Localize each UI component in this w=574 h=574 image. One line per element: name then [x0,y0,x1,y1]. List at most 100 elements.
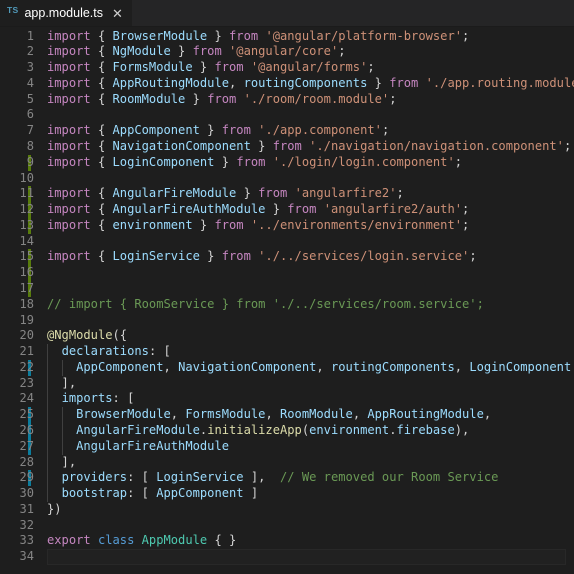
code-token: import [47,60,91,75]
code-line[interactable]: 23 ], [0,375,574,392]
code-token: declarations [61,344,149,359]
code-token: import [47,154,91,169]
code-line[interactable]: 33 export class AppModule { } [0,533,574,549]
code-token: RoomModule [112,91,186,106]
code-token: ; [462,217,470,232]
code-token: from [221,249,251,264]
code-line[interactable]: 11 import { AngularFireModule } from 'ang… [0,186,574,203]
line-number: 25 [19,407,34,422]
code-token: from [258,186,288,201]
code-line[interactable]: 2 import { NgModule } from '@angular/core… [0,44,574,60]
code-token: { [90,249,113,264]
code-token: import [47,44,91,59]
code-token: } [192,217,215,232]
line-number: 26 [19,423,34,437]
code-token: import [47,91,91,106]
close-icon[interactable]: ✕ [112,7,123,20]
code-line[interactable]: 9 import { LoginComponent } from './login… [0,154,574,171]
code-line[interactable]: 24 imports: [ [0,391,574,408]
code-line[interactable]: 12 import { AngularFireAuthModule } from … [0,202,574,218]
code-line[interactable]: 3 import { FormsModule } from '@angular/f… [0,60,574,76]
editor-tab[interactable]: TS app.module.ts ✕ [0,0,132,26]
line-number: 10 [19,170,34,185]
code-token: import [47,249,91,264]
line-number: 28 [19,454,34,469]
code-line[interactable]: 6 [0,107,574,123]
code-token: ; [367,60,375,75]
line-number: 27 [19,438,34,453]
line-number: 24 [19,391,34,406]
code-token: import [47,202,91,217]
code-line-text: BrowserModule, FormsModule, RoomModule, … [47,407,574,423]
code-token: : [ [112,391,135,406]
code-line[interactable]: 1 import { BrowserModule } from '@angular… [0,29,574,45]
code-line[interactable]: 26 AngularFireModule.initializeApp(envir… [0,423,574,439]
code-token: { [90,75,113,90]
code-line[interactable]: 22 AppComponent, NavigationComponent, ro… [0,359,574,376]
code-token: imports [61,391,113,406]
code-line[interactable]: 10 [0,171,574,187]
code-token: , [454,359,470,374]
code-token: } [236,186,259,201]
code-line[interactable]: 32 [0,518,574,534]
line-number: 33 [19,533,34,548]
code-line[interactable]: 27 AngularFireAuthModule [0,438,574,455]
code-token: ] [243,486,259,501]
code-line-text: ], [47,455,574,471]
line-number: 14 [19,233,34,248]
code-token: from [236,154,266,169]
line-number: 16 [19,265,34,280]
code-line[interactable]: 31}) [0,502,574,518]
code-token: FormsModule [112,60,193,75]
code-token: AppModule [141,533,208,548]
code-token: initializeApp [207,423,302,437]
code-token: // We removed our Room Service [280,470,499,485]
current-line-highlight [47,549,566,565]
code-line[interactable]: 19 [0,313,574,329]
code-line[interactable]: 17 [0,280,574,297]
code-token: , [229,75,244,90]
code-line[interactable]: 28 ], [0,454,574,471]
code-token: // import { RoomService } from './../ser… [47,296,484,311]
code-line[interactable]: 7 import { AppComponent } from './app.com… [0,123,574,139]
code-token: providers [61,470,128,485]
code-editor[interactable]: 1 import { BrowserModule } from '@angular… [0,27,574,574]
code-token: from [229,28,259,43]
code-line[interactable]: 18 // import { RoomService } from './../s… [0,297,574,313]
code-line[interactable]: 4 import { AppRoutingModule, routingCompo… [0,76,574,92]
code-line[interactable]: 20 @NgModule({ [0,328,574,344]
code-token: './../services/login.service' [258,249,470,264]
code-line[interactable]: 16 [0,265,574,281]
code-token: from [221,123,251,138]
code-token: ; [396,186,404,201]
code-line-text: bootstrap: [ AppComponent ] [47,486,574,502]
code-line[interactable]: 25 BrowserModule, FormsModule, RoomModul… [0,407,574,423]
line-number: 32 [19,517,34,532]
line-number: 11 [19,186,34,201]
code-token: : [ [127,470,157,485]
code-line[interactable]: 15 import { LoginService } from './../ser… [0,249,574,266]
code-token: ({ [112,328,128,343]
code-line[interactable]: 34 [0,549,574,565]
code-token: } [265,202,288,217]
code-token: routingComponents [243,75,368,90]
code-line-text: import { AppRoutingModule, routingCompon… [47,76,574,92]
code-token: from [214,217,244,232]
code-line[interactable]: 13 import { environment } from '../enviro… [0,217,574,234]
code-line[interactable]: 14 [0,234,574,250]
code-line[interactable]: 5 import { RoomModule } from './room/room… [0,92,574,108]
code-token: , [163,359,179,374]
code-token: './navigation/navigation.component' [309,138,564,153]
code-line[interactable]: 21 declarations: [ [0,344,574,360]
code-line[interactable]: 8 import { NavigationComponent } from './… [0,139,574,155]
code-line[interactable]: 29 providers: [ LoginService ], // We re… [0,470,574,487]
line-number: 21 [19,344,34,359]
line-number: 17 [19,280,34,295]
code-line[interactable]: 30 bootstrap: [ AppComponent ] [0,486,574,502]
